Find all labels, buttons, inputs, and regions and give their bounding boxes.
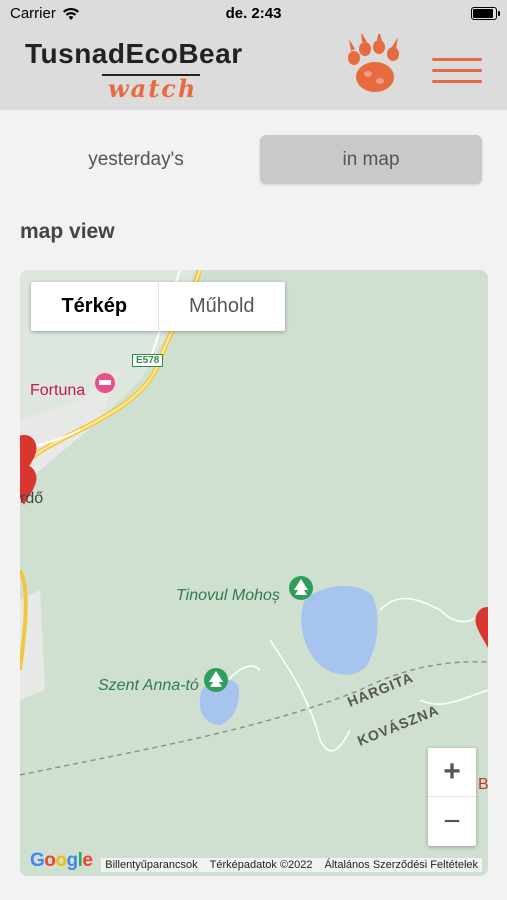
place-label-furdo: rdő — [20, 490, 44, 507]
keyboard-shortcuts-link[interactable]: Billentyűparancsok — [105, 859, 197, 871]
view-tabs: yesterday's in map — [20, 135, 483, 184]
zoom-in-button[interactable]: + — [428, 748, 476, 797]
place-label-mohos[interactable]: Tinovul Mohoș — [176, 587, 280, 605]
terms-link[interactable]: Általános Szerződési Feltételek — [325, 859, 478, 871]
place-label-fortuna[interactable]: Fortuna — [30, 382, 85, 400]
battery-level — [473, 9, 493, 18]
app-header: TusnadEcoBear watch — [0, 28, 507, 110]
status-time: de. 2:43 — [225, 5, 282, 22]
zoom-control: + − — [428, 748, 476, 846]
tree-poi-icon — [289, 576, 313, 600]
place-label-edge: B — [478, 776, 488, 793]
place-label-anna[interactable]: Szent Anna-tó — [98, 677, 199, 695]
map-type-satellite-button[interactable]: Műhold — [159, 282, 286, 331]
section-title: map view — [20, 220, 115, 243]
tab-yesterday[interactable]: yesterday's — [25, 135, 247, 184]
google-logo: Google — [30, 850, 93, 871]
app-logo-title: TusnadEcoBear — [25, 38, 243, 69]
map-data-label: Térképadatok ©2022 — [209, 859, 313, 871]
road-shield: E578 — [132, 354, 164, 367]
app-logo-subtitle: watch — [108, 74, 198, 103]
tab-in-map[interactable]: in map — [260, 135, 482, 184]
battery-icon — [471, 7, 500, 20]
zoom-out-button[interactable]: − — [428, 797, 476, 846]
menu-line-icon — [432, 80, 482, 83]
menu-button[interactable] — [432, 58, 484, 84]
bear-paw-icon — [348, 34, 399, 92]
map-view[interactable]: Térkép Műhold E578 Fortuna rdő Tinovul M… — [20, 270, 488, 876]
map-type-map-button[interactable]: Térkép — [31, 282, 159, 331]
map-type-control: Térkép Műhold — [31, 282, 285, 331]
map-canvas[interactable] — [20, 270, 488, 876]
menu-line-icon — [432, 58, 482, 61]
map-footer: Billentyűparancsok Térképadatok ©2022 Ál… — [101, 858, 482, 872]
menu-line-icon — [432, 69, 482, 72]
status-bar: Carrier de. 2:43 — [0, 0, 507, 28]
